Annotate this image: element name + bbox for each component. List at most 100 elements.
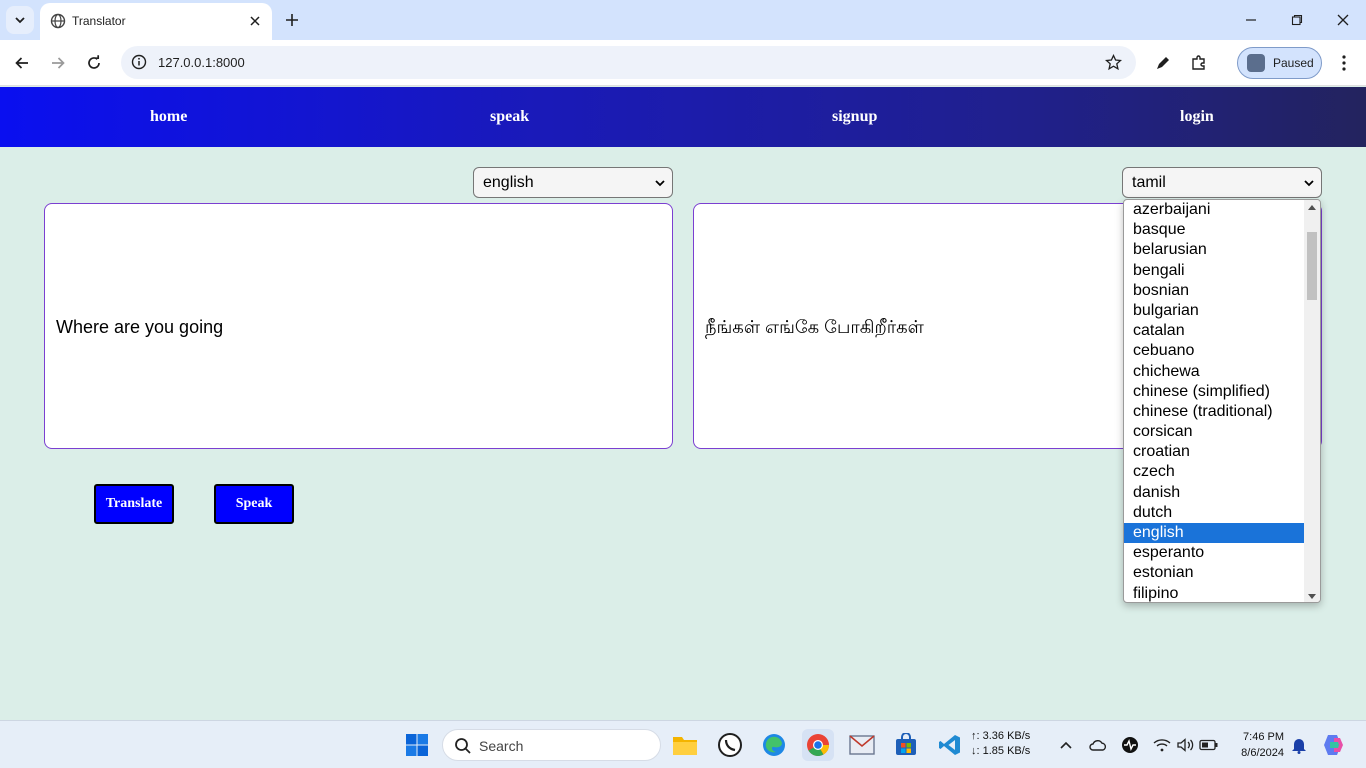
dropdown-option[interactable]: basque [1124, 220, 1306, 240]
activity-icon[interactable] [1119, 735, 1141, 755]
scroll-down-icon[interactable] [1308, 594, 1316, 600]
windows-logo-icon [406, 734, 428, 756]
arrow-left-icon [15, 57, 28, 69]
dropdown-option[interactable]: chichewa [1124, 362, 1306, 382]
site-info-icon[interactable] [131, 54, 147, 75]
plus-icon [286, 14, 298, 26]
start-button[interactable] [401, 729, 433, 761]
dropdown-option[interactable]: catalan [1124, 321, 1306, 341]
nav-home-link[interactable]: home [150, 108, 187, 126]
dropdown-option[interactable]: esperanto [1124, 543, 1306, 563]
dropdown-option[interactable]: danish [1124, 483, 1306, 503]
source-language-value: english [483, 174, 534, 191]
site-nav-bar: home speak signup login [0, 87, 1366, 147]
close-icon[interactable] [246, 12, 264, 30]
system-clock[interactable]: 7:46 PM 8/6/2024 [1222, 729, 1284, 761]
translate-button[interactable]: Translate [94, 484, 174, 524]
speak-button[interactable]: Speak [214, 484, 294, 524]
address-bar[interactable]: 127.0.0.1:8000 [121, 46, 1136, 79]
copilot-icon[interactable] [1318, 729, 1350, 761]
edge-icon[interactable] [758, 729, 790, 761]
dropdown-option[interactable]: bulgarian [1124, 301, 1306, 321]
dropdown-option[interactable]: filipino [1124, 584, 1306, 602]
dropdown-option[interactable]: corsican [1124, 422, 1306, 442]
browser-toolbar: 127.0.0.1:8000 Paused [0, 40, 1366, 86]
scroll-up-icon[interactable] [1308, 204, 1316, 210]
back-button[interactable] [10, 51, 34, 75]
battery-icon[interactable] [1198, 735, 1220, 755]
scrollbar-thumb[interactable] [1307, 232, 1317, 300]
dropdown-option[interactable]: dutch [1124, 503, 1306, 523]
forward-button[interactable] [46, 51, 70, 75]
dropdown-option[interactable]: bengali [1124, 261, 1306, 281]
dropdown-option[interactable]: azerbaijani [1124, 200, 1306, 220]
wifi-icon[interactable] [1151, 735, 1173, 755]
source-language-select[interactable]: english [473, 167, 673, 198]
tab-title: Translator [72, 14, 126, 28]
windows-taskbar: Search ↑: 3.36 KB/s ↓: 1.85 KB/s 7:46 PM… [0, 720, 1366, 768]
target-language-value: tamil [1132, 174, 1166, 191]
chrome-icon[interactable] [802, 729, 834, 761]
dropdown-option[interactable]: english [1124, 523, 1306, 544]
whatsapp-icon[interactable] [714, 729, 746, 761]
net-download: ↓: 1.85 KB/s [971, 745, 1031, 757]
vscode-icon[interactable] [934, 729, 966, 761]
chevron-down-icon [655, 180, 665, 187]
profile-button[interactable]: Paused [1237, 47, 1322, 79]
reload-button[interactable] [82, 51, 106, 75]
nav-login-link[interactable]: login [1180, 108, 1214, 126]
source-text-area[interactable]: Where are you going [44, 203, 673, 449]
search-icon [455, 738, 471, 754]
new-tab-button[interactable] [281, 9, 303, 31]
clock-date: 8/6/2024 [1241, 747, 1284, 759]
pen-icon[interactable] [1152, 52, 1174, 74]
dropdown-option[interactable]: bosnian [1124, 281, 1306, 301]
extensions-icon[interactable] [1188, 52, 1210, 74]
star-icon[interactable] [1104, 53, 1123, 76]
dropdown-option[interactable]: croatian [1124, 442, 1306, 462]
dropdown-scrollbar[interactable] [1304, 200, 1320, 602]
cloud-icon[interactable] [1087, 735, 1109, 755]
notification-bell-icon[interactable] [1288, 735, 1310, 755]
more-menu-icon[interactable] [1336, 52, 1352, 74]
search-label: Search [479, 738, 524, 754]
dropdown-option[interactable]: chinese (simplified) [1124, 382, 1306, 402]
tab-search-button[interactable] [6, 6, 34, 34]
minimize-icon [1246, 19, 1256, 21]
net-upload: ↑: 3.36 KB/s [971, 730, 1031, 742]
clock-time: 7:46 PM [1243, 731, 1284, 743]
dropdown-option[interactable]: belarusian [1124, 240, 1306, 260]
chevron-up-icon[interactable] [1055, 735, 1077, 755]
store-icon[interactable] [890, 729, 922, 761]
file-explorer-icon[interactable] [669, 729, 701, 761]
nav-signup-link[interactable]: signup [832, 108, 877, 126]
minimize-button[interactable] [1239, 8, 1263, 32]
dropdown-option[interactable]: estonian [1124, 563, 1306, 583]
close-icon [1337, 14, 1349, 26]
restore-button[interactable] [1285, 8, 1309, 32]
target-language-dropdown[interactable]: azerbaijani basque belarusian bengali bosnia… [1123, 199, 1321, 603]
dropdown-options: azerbaijani basque belarusian bengali bosnia… [1124, 200, 1306, 602]
browser-tabstrip: Translator [0, 0, 1366, 40]
network-speed: ↑: 3.36 KB/s ↓: 1.85 KB/s [971, 729, 1030, 759]
reload-icon [88, 55, 100, 69]
dropdown-option[interactable]: cebuano [1124, 341, 1306, 361]
target-language-select[interactable]: tamil [1122, 167, 1322, 198]
nav-speak-link[interactable]: speak [490, 108, 529, 126]
dropdown-option[interactable]: chinese (traditional) [1124, 402, 1306, 422]
globe-icon [50, 13, 66, 34]
chevron-down-icon [15, 17, 25, 24]
profile-status: Paused [1273, 56, 1314, 70]
arrow-right-icon [52, 57, 65, 69]
address-url: 127.0.0.1:8000 [158, 55, 245, 70]
source-text: Where are you going [56, 317, 224, 337]
mail-icon[interactable] [846, 729, 878, 761]
volume-icon[interactable] [1174, 735, 1196, 755]
taskbar-search[interactable]: Search [442, 729, 661, 761]
browser-tab[interactable]: Translator [40, 3, 272, 40]
window-close-button[interactable] [1331, 8, 1355, 32]
chevron-down-icon [1304, 180, 1314, 187]
restore-icon [1291, 14, 1303, 26]
dropdown-option[interactable]: czech [1124, 462, 1306, 482]
avatar [1247, 54, 1265, 72]
